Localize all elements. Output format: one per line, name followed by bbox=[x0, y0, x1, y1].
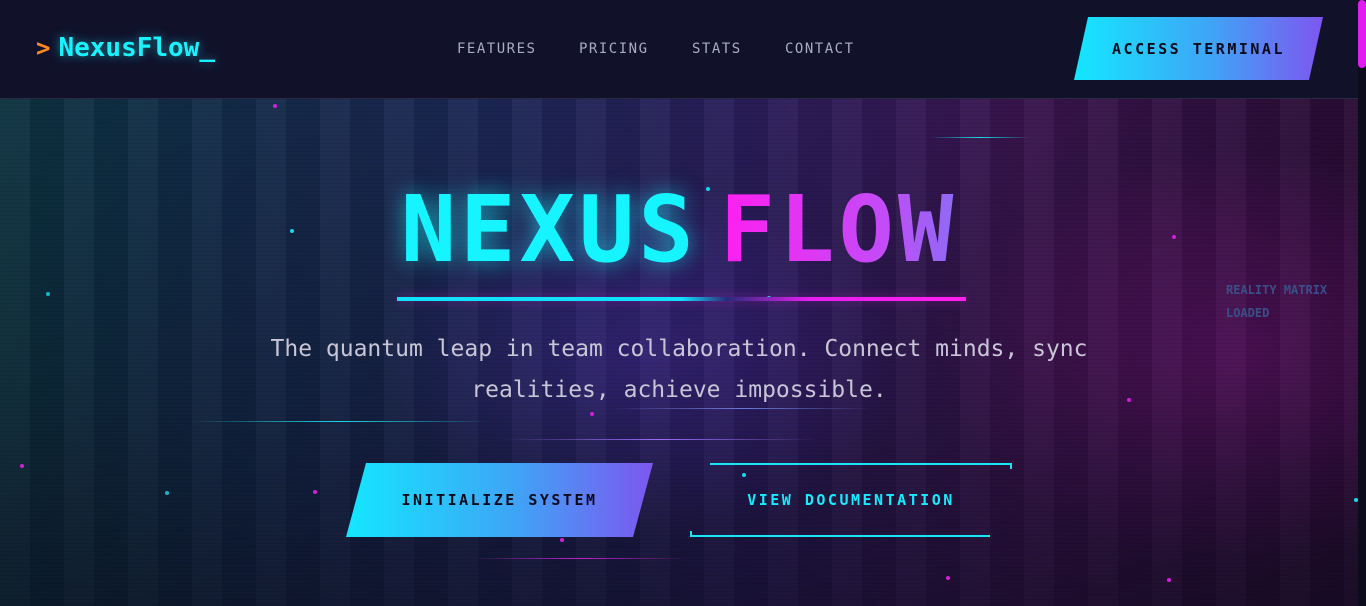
nav-link-features[interactable]: FEATURES bbox=[457, 38, 536, 60]
view-documentation-label: VIEW DOCUMENTATION bbox=[747, 491, 955, 509]
glow-line bbox=[500, 439, 820, 440]
landing-page: > NexusFlow_ FEATURES PRICING STATS CONT… bbox=[0, 0, 1366, 606]
view-documentation-button[interactable]: VIEW DOCUMENTATION bbox=[690, 463, 1012, 537]
particle-dot bbox=[20, 464, 24, 468]
site-header: > NexusFlow_ FEATURES PRICING STATS CONT… bbox=[0, 0, 1358, 99]
particle-dot bbox=[946, 576, 950, 580]
hero-title-nexus: NEXUS bbox=[400, 176, 698, 283]
particle-dot bbox=[46, 292, 50, 296]
hero-title: NEXUS FLOW bbox=[0, 177, 1358, 283]
access-terminal-button[interactable]: ACCESS TERMINAL bbox=[1074, 17, 1323, 80]
hero-title-flow: FLOW bbox=[719, 176, 958, 283]
glow-line bbox=[190, 421, 490, 422]
particle-dot bbox=[590, 412, 594, 416]
nav-link-contact[interactable]: CONTACT bbox=[785, 38, 855, 60]
button-border-notch bbox=[1010, 463, 1012, 469]
particle-dot bbox=[560, 538, 564, 542]
status-side-note: REALITY MATRIX LOADED bbox=[1226, 283, 1328, 320]
nav-link-stats[interactable]: STATS bbox=[692, 38, 742, 60]
hero-section: NEXUS FLOW The quantum leap in team colla… bbox=[0, 99, 1358, 606]
nav-link-pricing[interactable]: PRICING bbox=[579, 38, 649, 60]
particle-dot bbox=[1127, 398, 1131, 402]
initialize-system-button[interactable]: INITIALIZE SYSTEM bbox=[346, 463, 653, 537]
hero-tagline: The quantum leap in team collaboration. … bbox=[270, 336, 1088, 403]
particle-dot bbox=[313, 490, 317, 494]
button-border-bottom bbox=[690, 535, 990, 537]
button-border-notch bbox=[690, 531, 692, 537]
scrollbar-track[interactable] bbox=[1358, 0, 1366, 606]
particle-dot bbox=[273, 104, 277, 108]
particle-dot bbox=[165, 491, 169, 495]
particle-dot bbox=[1167, 578, 1171, 582]
glow-line bbox=[470, 558, 690, 559]
title-underline bbox=[397, 297, 966, 301]
particle-dot bbox=[1354, 498, 1358, 502]
scrollbar-thumb[interactable] bbox=[1358, 0, 1366, 68]
glow-line bbox=[930, 137, 1030, 138]
button-border-top bbox=[710, 463, 1012, 465]
